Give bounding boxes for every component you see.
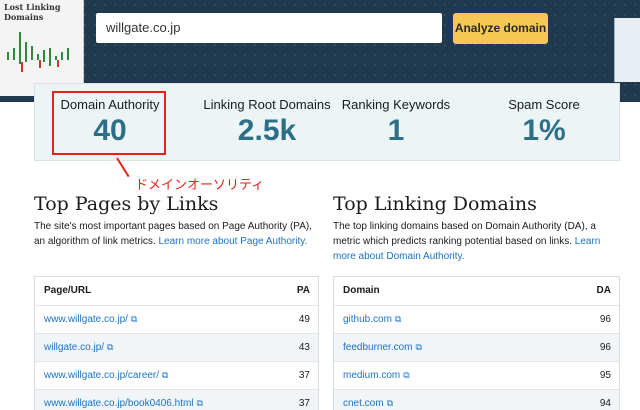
pa-value: 37 (298, 370, 310, 381)
da-value: 95 (599, 370, 611, 381)
page-link[interactable]: www.willgate.co.jp/⧉ (44, 306, 137, 333)
pa-value: 49 (298, 314, 310, 325)
learn-more-pa-link[interactable]: Learn more about Page Authority. (159, 236, 308, 247)
column-header-da: DA (596, 285, 611, 296)
top-pages-title: Top Pages by Links (34, 193, 219, 215)
domain-search-input[interactable]: willgate.co.jp (96, 13, 442, 43)
metric-label: Ranking Keywords (341, 97, 451, 112)
table-row: feedburner.com ⧉ 96 (334, 333, 619, 361)
column-header-domain: Domain (343, 285, 380, 296)
da-value: 94 (599, 398, 611, 409)
table-header: Page/URL PA (35, 277, 318, 305)
analyze-domain-button[interactable]: Analyze domain (453, 13, 548, 44)
metric-ranking-keywords: Ranking Keywords 1 (331, 84, 461, 162)
top-domains-desc-text: The top linking domains based on Domain … (333, 221, 596, 247)
top-domains-description: The top linking domains based on Domain … (333, 219, 613, 264)
table-row: www.willgate.co.jp/⧉ 49 (35, 305, 318, 333)
top-pages-description: The site's most important pages based on… (34, 219, 314, 249)
pa-value: 43 (298, 342, 310, 353)
table-row: www.willgate.co.jp/career/⧉ 37 (35, 361, 318, 389)
annotation-highlight-box (52, 91, 166, 155)
table-row: willgate.co.jp/⧉ 43 (35, 333, 318, 361)
page-link[interactable]: www.willgate.co.jp/book0406.html ⧉ (44, 390, 203, 410)
da-value: 96 (599, 314, 611, 325)
metric-value: 2.5k (237, 114, 297, 147)
table-row: www.willgate.co.jp/book0406.html ⧉ 37 (35, 389, 318, 410)
domain-link[interactable]: github.com ⧉ (343, 306, 401, 333)
domain-link[interactable]: feedburner.com ⧉ (343, 334, 422, 361)
lost-domains-thumbnail: Lost Linking Domains (0, 0, 84, 96)
metric-linking-root-domains: Linking Root Domains 2.5k (197, 84, 337, 162)
thumbnail-chart-icon (7, 32, 69, 72)
top-pages-table: Page/URL PA www.willgate.co.jp/⧉ 49 will… (34, 276, 319, 410)
metric-label: Linking Root Domains (203, 97, 331, 112)
top-domains-table: Domain DA github.com ⧉ 96 feedburner.com ⧉… (333, 276, 620, 410)
external-link-icon: ⧉ (386, 398, 394, 408)
domain-link[interactable]: medium.com ⧉ (343, 362, 410, 389)
page-link[interactable]: willgate.co.jp/⧉ (44, 334, 113, 361)
table-header: Domain DA (334, 277, 619, 305)
table-row: medium.com ⧉ 95 (334, 361, 619, 389)
metric-value: 1 (387, 114, 405, 147)
pa-value: 37 (298, 398, 310, 409)
external-link-icon: ⧉ (415, 342, 422, 352)
right-thumbnail (614, 18, 640, 82)
table-row: cnet.com ⧉ 94 (334, 389, 619, 410)
annotation-label: ドメインオーソリティ (135, 178, 265, 193)
top-domains-title: Top Linking Domains (333, 193, 537, 215)
external-link-icon: ⧉ (196, 398, 203, 408)
metric-label: Spam Score (508, 97, 580, 112)
domain-link[interactable]: cnet.com ⧉ (343, 390, 393, 410)
metric-spam-score: Spam Score 1% (479, 84, 609, 162)
column-header-pa: PA (296, 285, 310, 296)
external-link-icon: ⧉ (107, 342, 114, 352)
external-link-icon: ⧉ (394, 314, 402, 324)
page-link[interactable]: www.willgate.co.jp/career/⧉ (44, 362, 168, 389)
external-link-icon: ⧉ (403, 370, 410, 380)
external-link-icon: ⧉ (130, 314, 138, 324)
table-row: github.com ⧉ 96 (334, 305, 619, 333)
da-value: 96 (599, 342, 611, 353)
external-link-icon: ⧉ (162, 370, 169, 380)
metric-value: 1% (522, 114, 566, 147)
column-header-page: Page/URL (44, 285, 92, 296)
